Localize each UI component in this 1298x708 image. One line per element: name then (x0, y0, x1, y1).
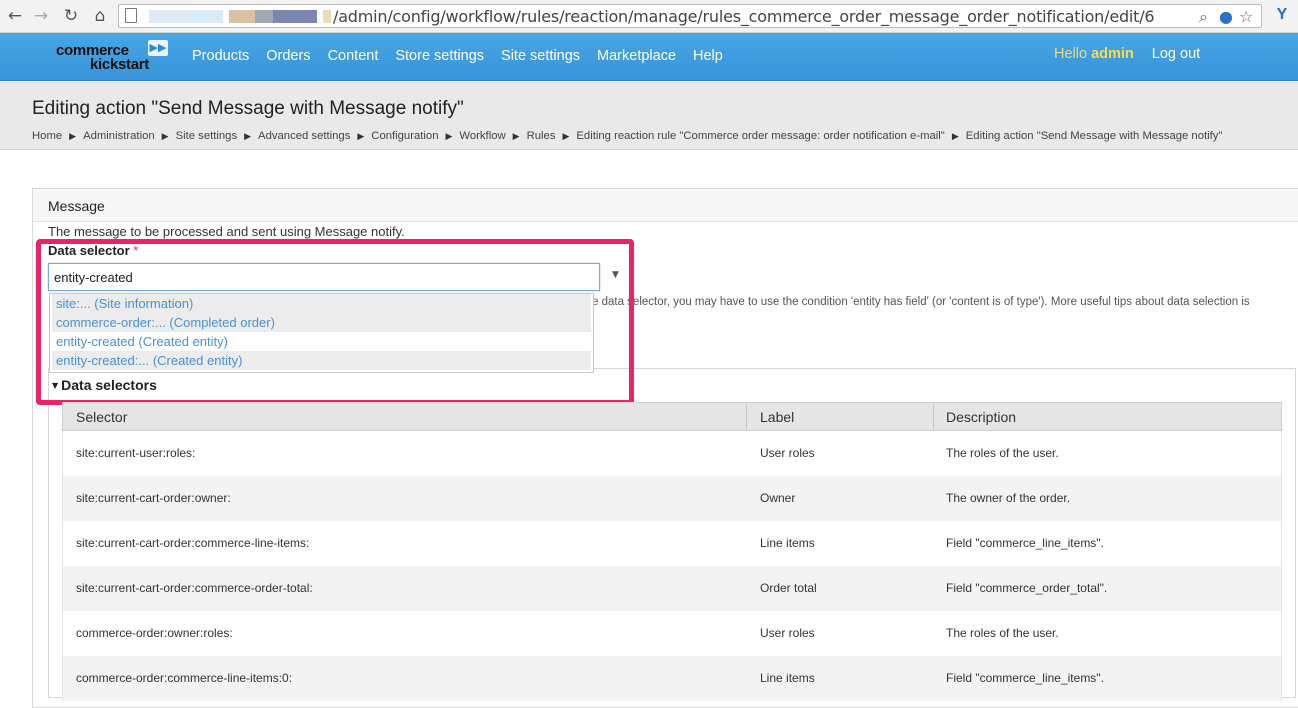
nav-products[interactable]: Products (192, 33, 249, 81)
table-row: site:current-cart-order:commerce-line-it… (62, 521, 1282, 566)
cell-description: The roles of the user. (946, 446, 1059, 460)
logout-link[interactable]: Log out (1152, 33, 1200, 81)
home-icon[interactable]: ⌂ (89, 5, 111, 27)
cell-selector: site:current-cart-order:commerce-line-it… (76, 536, 310, 550)
back-arrow-icon[interactable]: ← (4, 5, 26, 27)
url-path: /admin/config/workflow/rules/reaction/ma… (333, 7, 1155, 26)
breadcrumb-configuration[interactable]: Configuration (371, 130, 438, 144)
bookmark-star-icon[interactable]: ☆ (1239, 7, 1253, 26)
site-header: commerce kickstart ▶▶ Products Orders Co… (0, 33, 1298, 81)
hello-user: Hello admin (1054, 46, 1134, 62)
breadcrumb-separator-icon: ▶ (357, 132, 365, 142)
cell-label: User roles (760, 446, 815, 460)
cell-description: The roles of the user. (946, 626, 1059, 640)
table-row: site:current-user:roles: User roles The … (62, 431, 1282, 476)
table-row: site:current-cart-order:owner: Owner The… (62, 476, 1282, 521)
breadcrumb-reaction-rule[interactable]: Editing reaction rule "Commerce order me… (576, 130, 944, 144)
browser-toolbar: ← → ↻ ⌂ /admin/config/workflow/rules/rea… (0, 0, 1298, 33)
cell-selector: commerce-order:commerce-line-items:0: (76, 671, 293, 685)
drupal-drop-icon[interactable]: ● (1219, 7, 1233, 26)
breadcrumb-separator-icon: ▶ (161, 132, 169, 142)
redacted-host (149, 10, 189, 23)
cell-description: Field "commerce_line_items". (946, 671, 1104, 685)
cell-selector: site:current-cart-order:owner: (76, 491, 231, 505)
table-row: commerce-order:owner:roles: User roles T… (62, 611, 1282, 656)
nav-orders[interactable]: Orders (266, 33, 310, 81)
column-header-selector: Selector (76, 409, 128, 425)
field-help-text: e data selector, you may have to use the… (592, 296, 1250, 308)
breadcrumb-administration[interactable]: Administration (83, 130, 155, 144)
reload-icon[interactable]: ↻ (60, 5, 82, 27)
breadcrumb-editing-action[interactable]: Editing action "Send Message with Messag… (966, 130, 1223, 144)
breadcrumb-rules[interactable]: Rules (527, 130, 556, 144)
redacted-host (273, 10, 317, 23)
main-menu: Products Orders Content Store settings S… (192, 33, 740, 81)
nav-site-settings[interactable]: Site settings (501, 33, 580, 81)
breadcrumb-separator-icon: ▶ (512, 132, 520, 142)
cell-selector: site:current-cart-order:commerce-order-t… (76, 581, 313, 595)
page-header: Editing action "Send Message with Messag… (0, 82, 1298, 150)
breadcrumb-site-settings[interactable]: Site settings (176, 130, 238, 144)
cell-description: Field "commerce_line_items". (946, 536, 1104, 550)
fieldset-description: The message to be processed and sent usi… (48, 224, 405, 239)
username-link[interactable]: admin (1091, 46, 1134, 62)
redacted-host (255, 10, 273, 23)
column-divider (746, 403, 747, 431)
user-menu: Hello admin Log out (1054, 33, 1200, 81)
nav-store-settings[interactable]: Store settings (395, 33, 484, 81)
redacted-host (323, 10, 331, 23)
cell-label: Order total (760, 581, 817, 595)
fieldset-legend: Message (33, 189, 1298, 222)
nav-marketplace[interactable]: Marketplace (597, 33, 676, 81)
redacted-host (189, 10, 223, 23)
table-row: site:current-cart-order:commerce-order-t… (62, 566, 1282, 611)
nav-help[interactable]: Help (693, 33, 723, 81)
breadcrumb-workflow[interactable]: Workflow (459, 130, 505, 144)
commerce-kickstart-logo[interactable]: commerce kickstart ▶▶ (56, 39, 176, 75)
column-divider (933, 403, 934, 431)
breadcrumb-advanced-settings[interactable]: Advanced settings (258, 130, 350, 144)
address-bar[interactable]: /admin/config/workflow/rules/reaction/ma… (118, 4, 1262, 28)
extension-icon[interactable]: Y (1272, 5, 1292, 25)
breadcrumb-home[interactable]: Home (32, 130, 62, 144)
cell-label: Line items (760, 671, 815, 685)
column-header-description: Description (946, 409, 1017, 425)
cell-selector: commerce-order:owner:roles: (76, 626, 233, 640)
breadcrumb-separator-icon: ▶ (69, 132, 77, 142)
annotation-highlight-box (36, 239, 634, 405)
table-header: Selector Label Description (62, 402, 1282, 431)
cell-description: The owner of the order. (946, 491, 1071, 505)
nav-content[interactable]: Content (328, 33, 379, 81)
page-icon (125, 8, 137, 23)
breadcrumb-separator-icon: ▶ (562, 132, 570, 142)
fast-forward-icon: ▶▶ (148, 40, 168, 56)
cell-label: Line items (760, 536, 815, 550)
breadcrumb-separator-icon: ▶ (951, 132, 959, 142)
column-header-label: Label (760, 409, 795, 425)
cell-label: Owner (760, 491, 796, 505)
forward-arrow-icon[interactable]: → (30, 5, 52, 27)
cell-description: Field "commerce_order_total". (946, 581, 1108, 595)
page-title: Editing action "Send Message with Messag… (32, 98, 464, 119)
search-icon[interactable]: ⌕ (1199, 7, 1208, 27)
breadcrumb-separator-icon: ▶ (445, 132, 453, 142)
redacted-host (229, 10, 255, 23)
cell-label: User roles (760, 626, 815, 640)
cell-selector: site:current-user:roles: (76, 446, 196, 460)
breadcrumb-separator-icon: ▶ (244, 132, 252, 142)
table-row: commerce-order:commerce-line-items:0: Li… (62, 656, 1282, 701)
breadcrumb: Home ▶ Administration ▶ Site settings ▶ Adv… (32, 130, 1222, 144)
